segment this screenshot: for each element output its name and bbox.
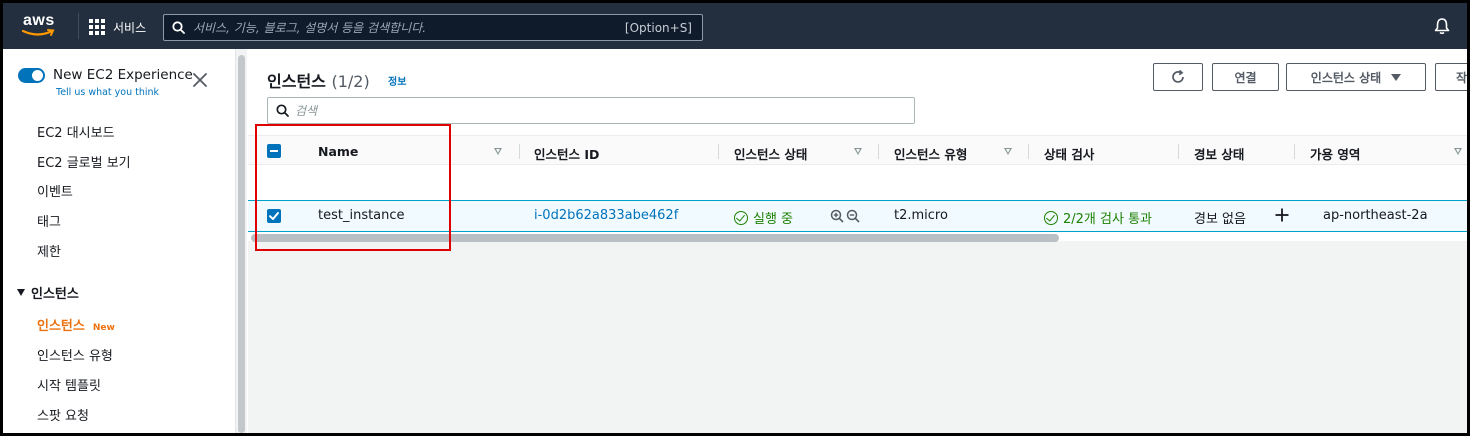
services-menu-button[interactable]: 서비스 xyxy=(89,17,146,37)
column-header-instance-state[interactable]: 인스턴스 상태 xyxy=(734,144,807,163)
column-divider[interactable] xyxy=(519,144,520,159)
column-divider[interactable] xyxy=(878,144,879,159)
column-header-instance-id[interactable]: 인스턴스 ID xyxy=(534,144,599,163)
sidebar-item-dashboard[interactable]: EC2 대시보드 xyxy=(37,122,115,141)
search-icon xyxy=(276,104,289,117)
column-divider[interactable] xyxy=(1294,144,1295,159)
sidebar-section-title: 인스턴스 xyxy=(31,287,79,302)
sidebar-item-instance-types[interactable]: 인스턴스 유형 xyxy=(37,345,113,364)
check-circle-icon xyxy=(1044,210,1058,225)
top-navigation: aws 서비스 서비스, 기능, 블로그, 설명서 등을 검색합니다. [Opt… xyxy=(3,3,1467,49)
services-label: 서비스 xyxy=(113,20,147,35)
sort-icon[interactable] xyxy=(1004,148,1012,155)
sort-icon[interactable] xyxy=(854,148,862,155)
instance-state-button[interactable]: 인스턴스 상태 xyxy=(1286,63,1426,91)
column-header-instance-type[interactable]: 인스턴스 유형 xyxy=(894,144,967,163)
page-title: 인스턴스 (1/2) xyxy=(267,68,370,92)
sidebar-item-tags[interactable]: 태그 xyxy=(37,211,61,230)
sidebar-item-limits[interactable]: 제한 xyxy=(37,241,61,260)
global-search-placeholder: 서비스, 기능, 블로그, 설명서 등을 검색합니다. xyxy=(193,21,427,35)
sidebar-item-events[interactable]: 이벤트 xyxy=(37,181,73,200)
global-search-input[interactable]: 서비스, 기능, 블로그, 설명서 등을 검색합니다. [Option+S] xyxy=(163,14,703,41)
notification-bell-icon[interactable] xyxy=(1433,17,1451,39)
column-header-status-check[interactable]: 상태 검사 xyxy=(1044,144,1094,163)
zoom-in-icon[interactable] xyxy=(830,209,844,227)
cell-instance-type: t2.micro xyxy=(894,208,948,223)
search-shortcut: [Option+S] xyxy=(624,20,692,35)
refresh-button[interactable] xyxy=(1153,63,1203,91)
cell-alarm-status: 경보 없음 xyxy=(1194,212,1246,227)
sort-icon[interactable] xyxy=(494,148,502,155)
feedback-link[interactable]: Tell us what you think xyxy=(56,87,159,98)
sidebar-item-label: 인스턴스 xyxy=(37,319,85,334)
sidebar-item-global-view[interactable]: EC2 글로벌 보기 xyxy=(37,152,131,171)
aws-smile-icon xyxy=(21,29,55,36)
sidebar-item-launch-templates[interactable]: 시작 템플릿 xyxy=(37,375,101,394)
check-circle-icon xyxy=(734,210,748,225)
connect-button[interactable]: 연결 xyxy=(1212,63,1279,91)
new-experience-title: New EC2 Experience xyxy=(53,67,193,83)
page-title-text: 인스턴스 xyxy=(267,72,326,91)
highlight-box xyxy=(255,124,451,251)
nav-divider xyxy=(78,13,79,39)
sidebar-scrollbar[interactable] xyxy=(235,49,247,433)
cell-status-check[interactable]: 2/2개 검사 통과 xyxy=(1044,208,1152,227)
add-alarm-plus-icon[interactable] xyxy=(1274,207,1290,227)
search-icon xyxy=(172,21,185,34)
cell-availability-zone: ap-northeast-2a xyxy=(1323,208,1428,223)
instance-search-input[interactable]: 검색 xyxy=(267,97,915,124)
actions-button[interactable]: 작 xyxy=(1435,63,1467,91)
cell-instance-id-link[interactable]: i-0d2b62a833abe462f xyxy=(534,208,678,223)
instance-state-label: 인스턴스 상태 xyxy=(1310,70,1382,85)
sidebar-scrollbar-thumb[interactable] xyxy=(238,55,245,433)
new-badge: New xyxy=(92,323,115,333)
sidebar: New EC2 Experience Tell us what you thin… xyxy=(3,49,235,433)
sidebar-item-spot-requests[interactable]: 스팟 요청 xyxy=(37,405,89,424)
column-header-alarm-status[interactable]: 경보 상태 xyxy=(1194,144,1244,163)
info-link[interactable]: 정보 xyxy=(388,73,406,88)
zoom-out-icon[interactable] xyxy=(846,209,860,227)
sidebar-item-instances[interactable]: 인스턴스 New xyxy=(37,315,115,334)
selection-count: (1/2) xyxy=(331,72,370,91)
caret-down-icon xyxy=(17,289,25,296)
column-divider[interactable] xyxy=(1178,144,1179,159)
app-frame: aws 서비스 서비스, 기능, 블로그, 설명서 등을 검색합니다. [Opt… xyxy=(3,3,1467,433)
instance-search-placeholder: 검색 xyxy=(295,104,318,118)
dropdown-caret-icon xyxy=(1391,73,1402,81)
close-icon[interactable] xyxy=(193,73,207,91)
status-check-text: 2/2개 검사 통과 xyxy=(1063,212,1152,227)
grid-icon xyxy=(89,19,105,35)
new-experience-toggle[interactable] xyxy=(18,68,45,83)
refresh-icon xyxy=(1172,69,1184,83)
aws-logo[interactable]: aws xyxy=(21,12,61,40)
column-divider[interactable] xyxy=(1028,144,1029,159)
sidebar-section-instances[interactable]: 인스턴스 xyxy=(17,283,79,302)
column-divider[interactable] xyxy=(718,144,719,159)
cell-instance-state: 실행 중 xyxy=(734,208,793,227)
sort-icon[interactable] xyxy=(1454,148,1462,155)
column-header-availability-zone[interactable]: 가용 영역 xyxy=(1310,144,1360,163)
instance-state-text: 실행 중 xyxy=(753,212,794,227)
